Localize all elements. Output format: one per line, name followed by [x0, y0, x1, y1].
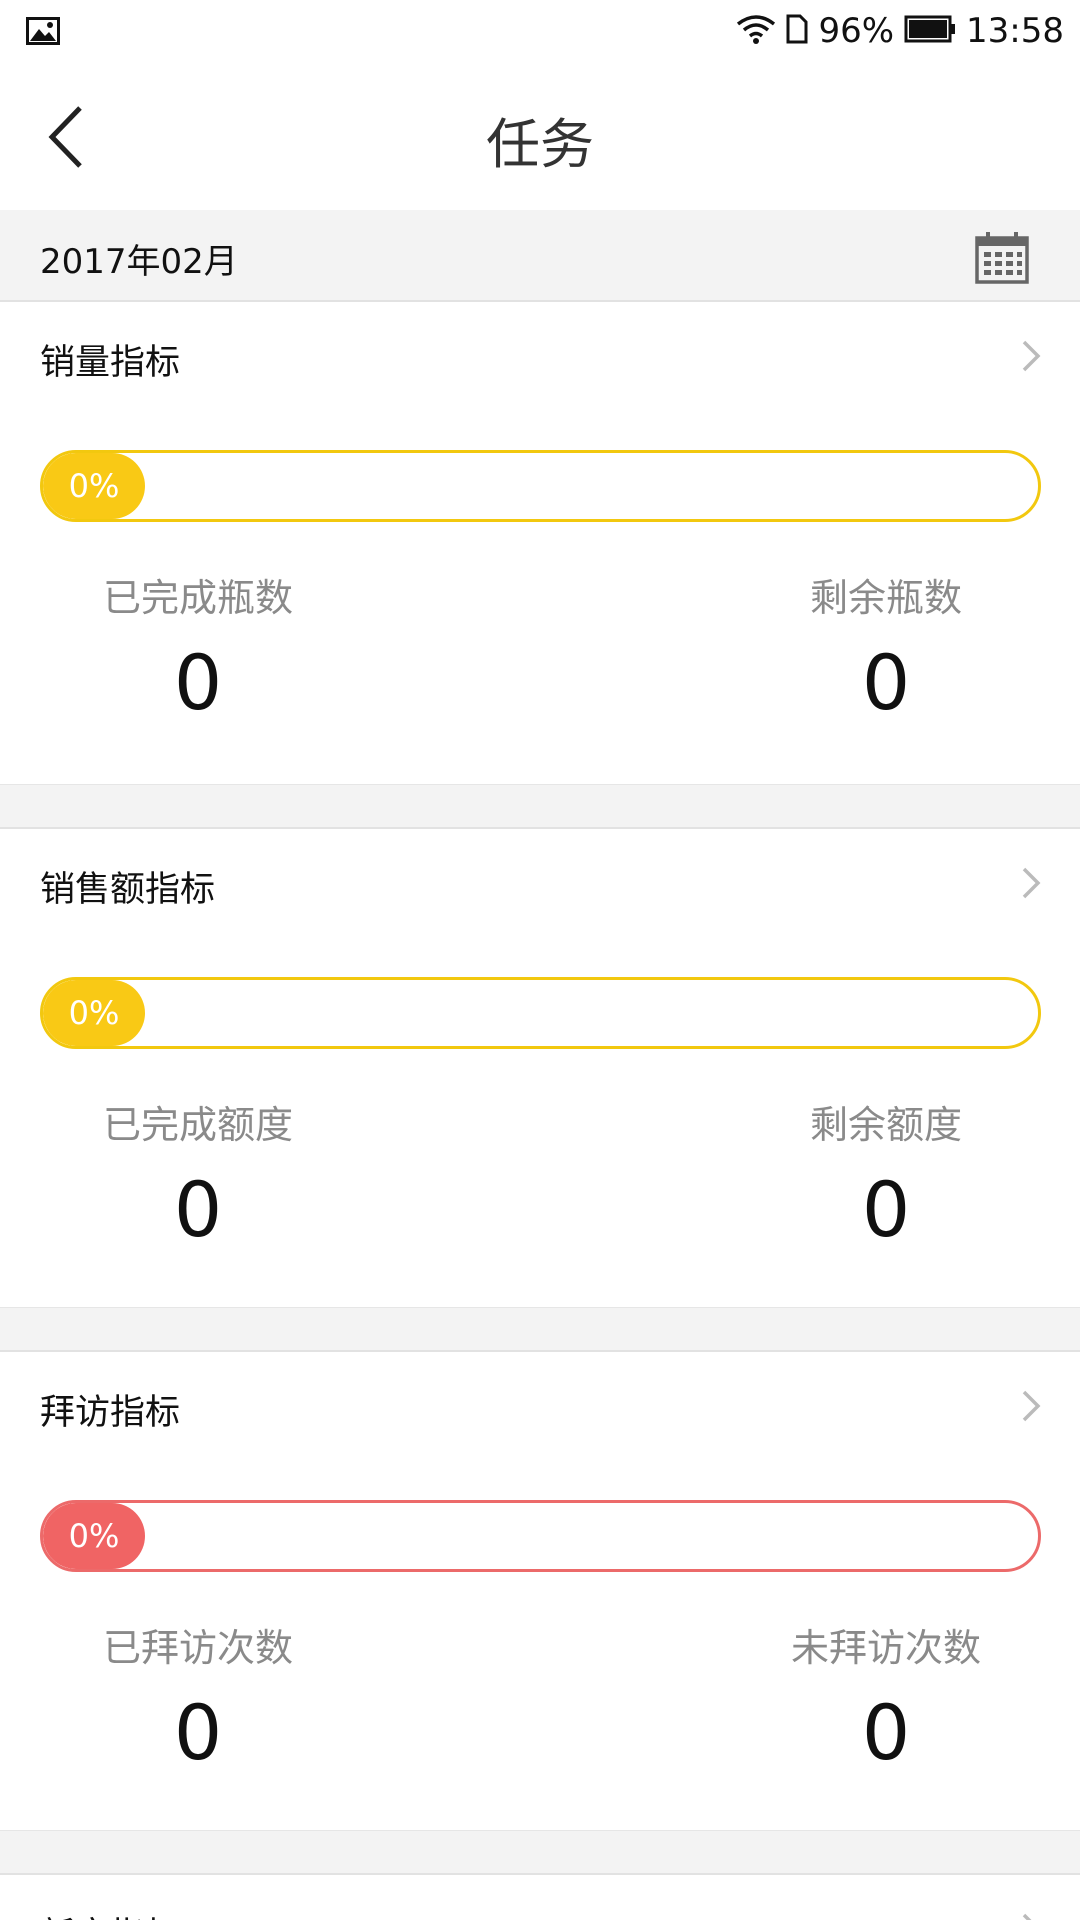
page-title: 任务 [486, 113, 594, 176]
calendar-icon[interactable] [974, 230, 1030, 290]
section-divider [0, 784, 1080, 829]
stat-label: 剩余瓶数 [809, 576, 962, 620]
battery-icon [904, 15, 956, 47]
progress-text: 0% [68, 994, 120, 1032]
chevron-right-icon[interactable] [1020, 1388, 1042, 1428]
section-divider [0, 1307, 1080, 1352]
visit-card[interactable]: 拜访指标 0% 已拜访次数 0 未拜访次数 0 [0, 1352, 1080, 1834]
sales-volume-card[interactable]: 销量指标 0% 已完成瓶数 0 剩余瓶数 0 [0, 302, 1080, 784]
stat-label: 未拜访次数 [790, 1626, 981, 1670]
status-bar: 96% 13:58 [0, 0, 1080, 62]
stat-value: 0 [861, 638, 911, 727]
stat-value: 0 [861, 1688, 911, 1777]
card-title: 拜访指标 [40, 1393, 181, 1433]
progress-fill: 0% [43, 1503, 145, 1569]
remaining-stat: 剩余额度 0 [716, 1094, 1056, 1254]
stat-value: 0 [173, 638, 223, 727]
progress-bar: 0% [40, 450, 1041, 522]
sim-card-icon [786, 14, 808, 48]
chevron-right-icon[interactable] [1020, 865, 1042, 905]
completed-stat: 已完成瓶数 0 [28, 567, 368, 727]
progress-text: 0% [68, 467, 120, 505]
progress-fill: 0% [43, 453, 145, 519]
stat-value: 0 [173, 1688, 223, 1777]
stat-label: 已完成瓶数 [102, 576, 293, 620]
month-label: 2017年02月 [40, 242, 238, 282]
sales-amount-card[interactable]: 销售额指标 0% 已完成额度 0 剩余额度 0 [0, 829, 1080, 1311]
clock: 13:58 [966, 11, 1064, 51]
unvisited-stat: 未拜访次数 0 [716, 1617, 1056, 1777]
chevron-right-icon[interactable] [1020, 1911, 1042, 1920]
progress-text: 0% [68, 1517, 120, 1555]
stat-value: 0 [173, 1165, 223, 1254]
remaining-stat: 剩余瓶数 0 [716, 567, 1056, 727]
stat-label: 已完成额度 [102, 1103, 293, 1147]
nav-header: 任务 [0, 62, 1080, 210]
card-title: 销量指标 [40, 343, 181, 383]
card-title: 销售额指标 [40, 870, 216, 910]
visited-stat: 已拜访次数 0 [28, 1617, 368, 1777]
new-customer-card[interactable]: 新客指标 [0, 1875, 1080, 1920]
chevron-right-icon[interactable] [1020, 338, 1042, 378]
image-icon [26, 17, 60, 49]
section-divider [0, 1830, 1080, 1875]
stat-label: 已拜访次数 [102, 1626, 293, 1670]
completed-stat: 已完成额度 0 [28, 1094, 368, 1254]
month-selector[interactable]: 2017年02月 [0, 210, 1080, 302]
progress-bar: 0% [40, 1500, 1041, 1572]
progress-bar: 0% [40, 977, 1041, 1049]
battery-percent: 96% [818, 11, 895, 51]
stat-value: 0 [861, 1165, 911, 1254]
stat-label: 剩余额度 [809, 1103, 962, 1147]
wifi-icon [736, 14, 776, 48]
progress-fill: 0% [43, 980, 145, 1046]
card-title: 新客指标 [40, 1907, 180, 1920]
